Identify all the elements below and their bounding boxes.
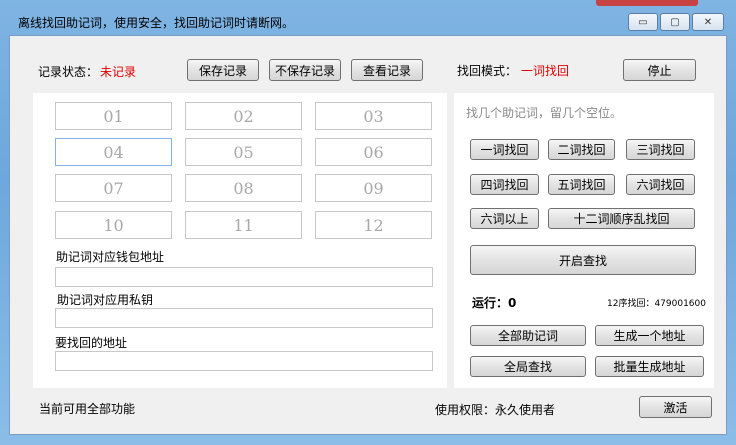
mode-button-four-words[interactable]: 四词找回 (470, 174, 539, 195)
word-input-11[interactable]: 11 (185, 211, 302, 239)
mode-button-two-words[interactable]: 二词找回 (548, 139, 615, 160)
target-address-field[interactable] (55, 351, 433, 371)
word-input-09[interactable]: 09 (315, 174, 432, 202)
word-input-07[interactable]: 07 (55, 174, 172, 202)
activate-button[interactable]: 激活 (639, 396, 712, 418)
private-key-field[interactable] (55, 308, 433, 328)
record-status-value: 未记录 (100, 65, 137, 79)
mode-button-six-words[interactable]: 六词找回 (626, 174, 695, 195)
window-title: 离线找回助记词，使用安全，找回助记词时请断网。 (18, 16, 295, 30)
running-label-text: 运行： (472, 296, 509, 310)
record-status-label: 记录状态： (38, 65, 99, 79)
generate-one-address-button[interactable]: 生成一个地址 (595, 325, 704, 346)
word-input-02[interactable]: 02 (185, 102, 302, 130)
global-search-button[interactable]: 全局查找 (470, 356, 586, 377)
feature-status-text: 当前可用全部功能 (39, 402, 136, 416)
all-mnemonics-button[interactable]: 全部助记词 (470, 325, 586, 346)
order-count-label: 12序找回：479001600 (607, 296, 706, 309)
save-record-button[interactable]: 保存记录 (187, 59, 259, 81)
recovery-mode-label: 找回模式： (457, 64, 518, 78)
start-search-button[interactable]: 开启查找 (470, 245, 696, 275)
wallet-address-field[interactable] (55, 267, 433, 287)
title-accent-bar (596, 0, 698, 6)
close-button[interactable]: ✕ (692, 13, 724, 31)
no-save-record-button[interactable]: 不保存记录 (269, 59, 341, 81)
target-address-label: 要找回的地址 (55, 336, 128, 350)
close-icon: ✕ (703, 16, 713, 28)
mode-button-three-words[interactable]: 三词找回 (626, 139, 695, 160)
mode-button-five-words[interactable]: 五词找回 (548, 174, 615, 195)
word-input-06[interactable]: 06 (315, 138, 432, 166)
word-input-05[interactable]: 05 (185, 138, 302, 166)
order-count-value: 479001600 (654, 299, 706, 309)
license-value: 永久使用者 (495, 403, 556, 417)
minimize-button[interactable]: ▭ (628, 13, 658, 31)
mode-button-twelve-shuffled[interactable]: 十二词顺序乱找回 (548, 208, 695, 229)
word-input-04[interactable]: 04 (55, 138, 172, 166)
order-count-label-text: 12序找回： (607, 299, 655, 309)
batch-generate-address-button[interactable]: 批量生成地址 (595, 356, 704, 377)
stop-button[interactable]: 停止 (623, 59, 696, 81)
wallet-address-label: 助记词对应钱包地址 (56, 250, 165, 264)
recovery-hint: 找几个助记词，留几个空位。 (466, 106, 623, 120)
maximize-button[interactable]: ▢ (660, 13, 690, 31)
running-label: 运行：0 (472, 294, 516, 311)
running-count: 0 (508, 296, 517, 310)
word-input-08[interactable]: 08 (185, 174, 302, 202)
license-label: 使用权限：永久使用者 (435, 401, 555, 418)
view-record-button[interactable]: 查看记录 (351, 59, 423, 81)
minimize-icon: ▭ (638, 16, 648, 28)
license-label-text: 使用权限： (435, 403, 496, 417)
maximize-icon: ▢ (670, 16, 680, 28)
word-input-12[interactable]: 12 (315, 211, 432, 239)
recovery-mode-value: 一词找回 (521, 64, 570, 78)
word-input-03[interactable]: 03 (315, 102, 432, 130)
mode-button-one-word[interactable]: 一词找回 (470, 139, 539, 160)
word-input-10[interactable]: 10 (55, 211, 172, 239)
word-input-01[interactable]: 01 (55, 102, 172, 130)
private-key-label: 助记词对应用私钥 (57, 293, 154, 307)
mode-button-more-than-six[interactable]: 六词以上 (470, 208, 539, 229)
